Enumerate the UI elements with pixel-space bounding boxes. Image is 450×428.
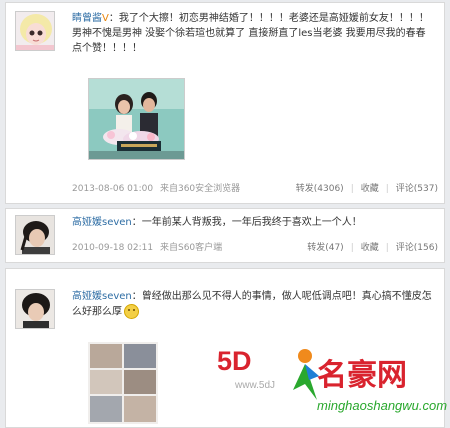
post-text: ：一年前某人背叛我，一年后我终于喜欢上一个人！ bbox=[131, 217, 362, 228]
username-link[interactable]: 睛曾酱 bbox=[72, 13, 102, 24]
repost-button[interactable]: 转发(47) bbox=[307, 240, 343, 253]
emoji-icon bbox=[124, 304, 139, 319]
photo-thumbnails-image bbox=[88, 342, 158, 424]
user-avatar-image bbox=[16, 12, 54, 50]
post-body: 睛曾酱V：我了个大擦！初恋男神结婚了！！！！老婆还是高娅媛前女友！！！！男神不愧… bbox=[72, 11, 434, 56]
repost-button[interactable]: 转发(4306) bbox=[296, 181, 344, 194]
watermark-url: minghaoshangwu.com bbox=[317, 398, 448, 413]
post-body: 高娅媛seven：曾经做出那么见不得人的事情，做人呢低调点吧！真心搞不懂皮怎么好… bbox=[72, 289, 434, 320]
post-time[interactable]: 2010-09-18 02:11 bbox=[72, 243, 153, 253]
favorite-button[interactable]: 收藏 bbox=[361, 181, 379, 194]
user-avatar-image bbox=[16, 216, 54, 254]
post-photo[interactable] bbox=[88, 78, 185, 160]
divider: | bbox=[350, 184, 354, 194]
post-photo-grid[interactable] bbox=[88, 342, 158, 424]
weibo-post-1: 睛曾酱V：我了个大擦！初恋男神结婚了！！！！老婆还是高娅媛前女友！！！！男神不愧… bbox=[5, 2, 445, 204]
post-actions: 转发(4306) | 收藏 | 评论(537) bbox=[296, 181, 438, 194]
post-source[interactable]: 来自360安全浏览器 bbox=[160, 184, 240, 194]
username-link[interactable]: 高娅媛seven bbox=[72, 291, 132, 302]
avatar[interactable] bbox=[15, 11, 55, 51]
watermark-brand-left: 5D bbox=[217, 346, 252, 376]
username-link[interactable]: 高娅媛seven bbox=[72, 217, 132, 228]
verified-badge-icon: V bbox=[102, 13, 109, 24]
divider: | bbox=[385, 184, 389, 194]
divider: | bbox=[385, 243, 389, 253]
weibo-post-2: 高娅媛seven：一年前某人背叛我，一年后我终于喜欢上一个人！ 2010-09-… bbox=[5, 208, 445, 263]
post-meta: 2010-09-18 02:11 来自S60客户端 转发(47) | 收藏 | 评论(1… bbox=[72, 240, 438, 253]
comment-button[interactable]: 评论(537) bbox=[396, 181, 438, 194]
divider: | bbox=[350, 243, 354, 253]
avatar[interactable] bbox=[15, 215, 55, 255]
post-source[interactable]: 来自S60客户端 bbox=[160, 243, 222, 253]
avatar[interactable] bbox=[15, 289, 55, 329]
post-text: ：我了个大擦！初恋男神结婚了！！！！老婆还是高娅媛前女友！！！！男神不愧是男神 … bbox=[72, 13, 429, 54]
favorite-button[interactable]: 收藏 bbox=[361, 240, 379, 253]
watermark-logo: 5D www.5dJ 名豪网 minghaoshangwu.com bbox=[205, 340, 450, 424]
watermark-site-partial: www.5dJ bbox=[235, 380, 276, 391]
wedding-photo-image bbox=[89, 79, 184, 159]
post-actions: 转发(47) | 收藏 | 评论(156) bbox=[307, 240, 438, 253]
watermark-brand-right: 名豪网 bbox=[317, 359, 407, 392]
post-body: 高娅媛seven：一年前某人背叛我，一年后我终于喜欢上一个人！ bbox=[72, 215, 434, 230]
comment-button[interactable]: 评论(156) bbox=[396, 240, 438, 253]
user-avatar-image bbox=[16, 290, 54, 328]
post-time[interactable]: 2013-08-06 01:00 bbox=[72, 184, 153, 194]
post-meta: 2013-08-06 01:00 来自360安全浏览器 转发(4306) | 收藏 |… bbox=[72, 181, 438, 194]
